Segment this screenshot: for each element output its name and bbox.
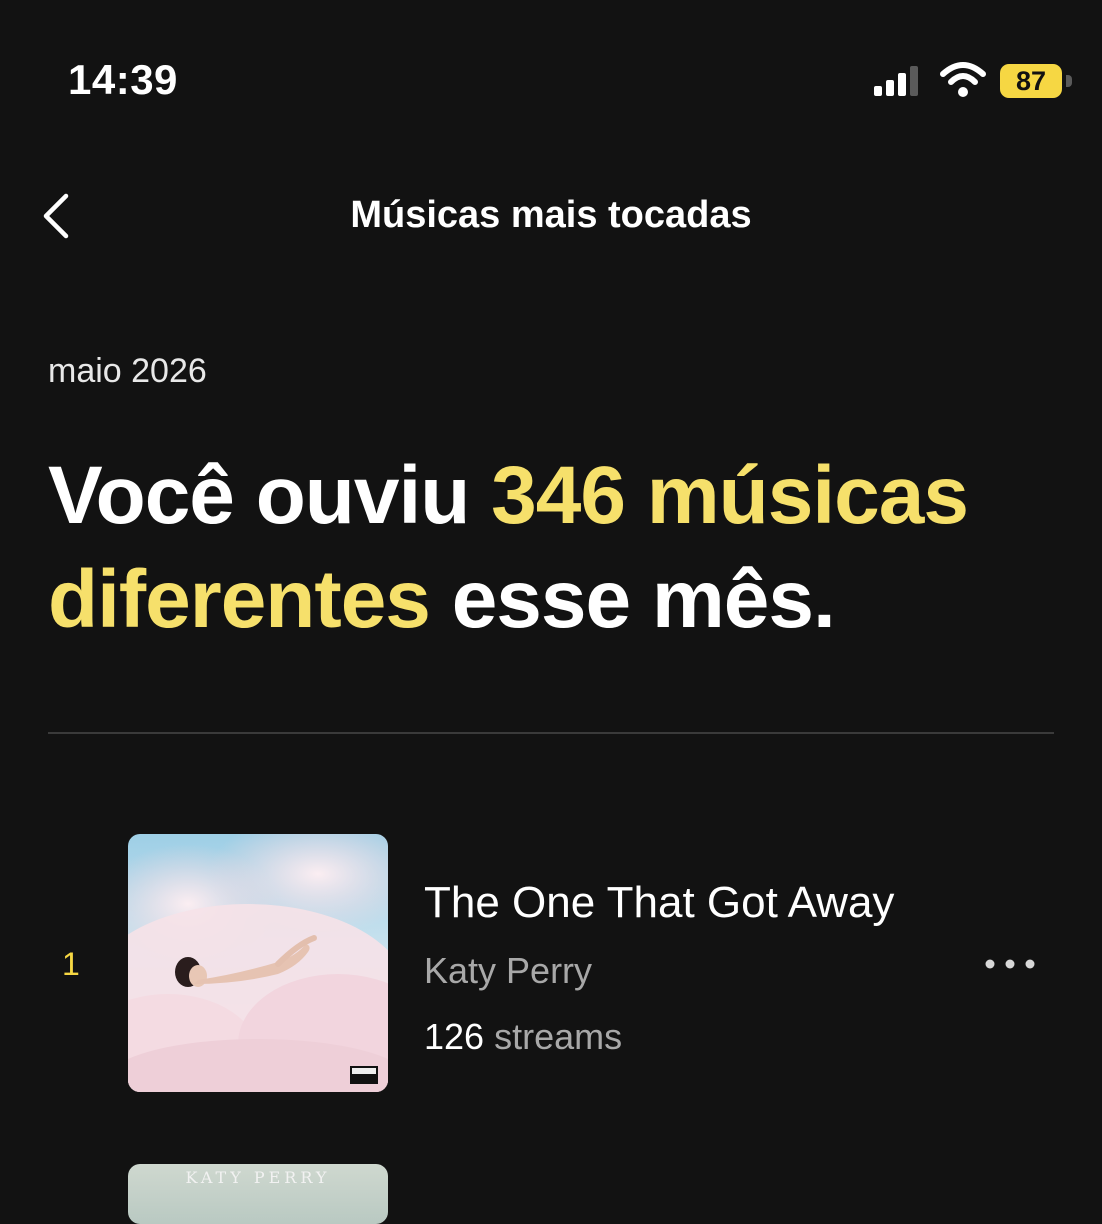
album-cover-image bbox=[128, 834, 388, 1092]
cover-text: KATY PERRY bbox=[185, 1168, 331, 1187]
status-time: 14:39 bbox=[68, 56, 178, 103]
battery-level: 87 bbox=[1000, 64, 1062, 98]
album-cover-image[interactable]: KATY PERRY bbox=[128, 1164, 388, 1224]
headline-prefix: Você ouviu bbox=[48, 450, 492, 541]
wifi-icon bbox=[940, 62, 986, 97]
battery-icon: 87 bbox=[1000, 64, 1074, 98]
track-title: The One That Got Away bbox=[424, 878, 895, 927]
page-title: Músicas mais tocadas bbox=[350, 194, 752, 236]
more-options-button[interactable] bbox=[980, 944, 1040, 984]
track-rank: 1 bbox=[62, 946, 80, 982]
divider bbox=[48, 732, 1054, 734]
period-label: maio 2026 bbox=[48, 352, 207, 390]
streams-count: 126 bbox=[424, 1016, 485, 1057]
battery-cap bbox=[1066, 75, 1072, 87]
nav-bar: Músicas mais tocadas bbox=[0, 170, 1102, 260]
track-row[interactable]: 1 The One That Got Away Katy Perry 126 s… bbox=[0, 834, 1102, 1094]
streams-unit: streams bbox=[494, 1016, 623, 1057]
cellular-signal-icon bbox=[874, 66, 918, 96]
more-horizontal-icon bbox=[985, 959, 1035, 969]
summary-headline: Você ouviu 346 músicas diferentes esse m… bbox=[48, 444, 1058, 652]
status-bar: 14:39 87 bbox=[0, 0, 1102, 140]
track-artist: Katy Perry bbox=[424, 950, 593, 991]
headline-suffix: esse mês. bbox=[429, 554, 836, 645]
track-streams: 126 streams bbox=[424, 1016, 622, 1058]
